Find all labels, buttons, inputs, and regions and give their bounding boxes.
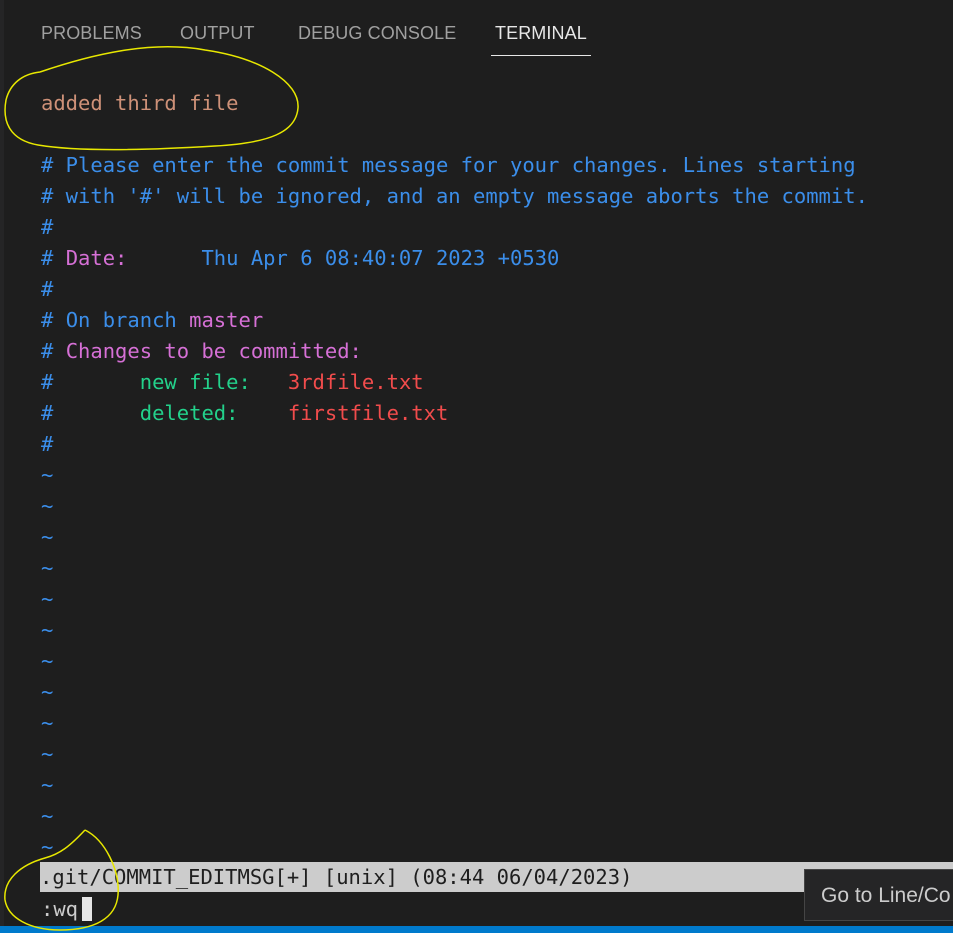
comment-line: # [41,432,54,456]
changes-header-line: # Changes to be committed: [41,338,362,364]
tooltip-text: Go to Line/Co [821,884,951,907]
change-entry-deleted: # deleted: firstfile.txt [41,400,448,426]
date-label: Date: [65,246,128,270]
branch-prefix: On branch [65,308,190,332]
tab-debug-console[interactable]: DEBUG CONSOLE [298,21,456,56]
empty-line-tilde: ~ [41,742,54,766]
panel-tab-bar: PROBLEMS OUTPUT DEBUG CONSOLE TERMINAL [0,0,953,56]
empty-line-tilde: ~ [41,835,54,859]
left-edge [0,0,4,933]
date-value: Thu Apr 6 08:40:07 2023 +0530 [127,246,560,270]
comment-line: # Please enter the commit message for yo… [41,153,856,177]
date-line: # Date: Thu Apr 6 08:40:07 2023 +0530 [41,245,559,271]
changes-label: Changes to be committed: [65,339,362,363]
tab-terminal[interactable]: TERMINAL [491,21,591,56]
empty-line-tilde: ~ [41,773,54,797]
new-file-name: 3rdfile.txt [287,370,424,394]
comment-line: # with '#' will be ignored, and an empty… [41,184,868,208]
annotation-overlay [4,46,299,931]
empty-line-tilde: ~ [41,680,54,704]
commit-message-line: added third file [41,91,239,115]
vim-command-line[interactable]: :wq [41,896,78,922]
hash-prefix: # [41,246,66,270]
empty-line-tilde: ~ [41,618,54,642]
empty-line-tilde: ~ [41,587,54,611]
deleted-label: deleted: [139,401,288,425]
empty-line-tilde: ~ [41,804,54,828]
change-entry-new: # new file: 3rdfile.txt [41,369,424,395]
empty-line-tilde: ~ [41,463,54,487]
status-bar [0,926,953,933]
comment-line: # [41,215,54,239]
hash-prefix: # [41,339,66,363]
tooltip: Go to Line/Co [804,869,953,921]
empty-line-tilde: ~ [41,494,54,518]
comment-line: # [41,277,54,301]
deleted-file-name: firstfile.txt [287,401,449,425]
branch-line: # On branch master [41,307,263,333]
text-cursor [82,897,92,921]
change-indent: # [41,370,140,394]
new-file-label: new file: [139,370,288,394]
tab-problems[interactable]: PROBLEMS [41,21,142,56]
change-indent: # [41,401,140,425]
hash-prefix: # [41,308,66,332]
branch-name: master [189,308,264,332]
tab-output[interactable]: OUTPUT [180,21,255,56]
vim-status-text: .git/COMMIT_EDITMSG[+] [unix] (08:44 06/… [40,865,633,889]
empty-line-tilde: ~ [41,649,54,673]
empty-line-tilde: ~ [41,711,54,735]
empty-line-tilde: ~ [41,525,54,549]
empty-line-tilde: ~ [41,556,54,580]
